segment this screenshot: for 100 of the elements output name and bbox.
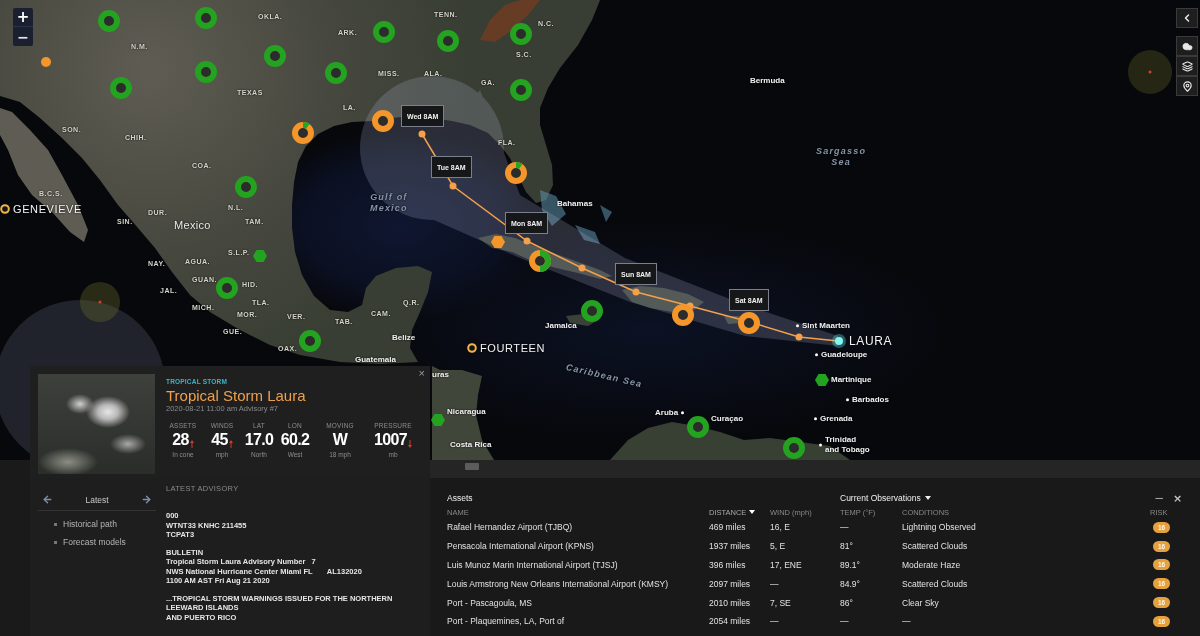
minimize-button[interactable]: − — [1154, 492, 1165, 504]
town-dot-icon — [819, 443, 822, 447]
ring-marker-icon[interactable] — [98, 10, 120, 32]
place-label: Costa Rica — [450, 440, 492, 450]
ring-marker-icon[interactable] — [783, 437, 805, 459]
town-dot-icon — [846, 398, 849, 402]
advisory-selector-label: Latest — [85, 494, 109, 505]
close-button[interactable]: × — [1173, 492, 1183, 504]
town-dot-icon — [796, 324, 799, 328]
dot-marker-icon[interactable] — [41, 57, 51, 67]
ring-marker-icon[interactable] — [110, 77, 132, 99]
sea-label: Sargasso Sea — [816, 146, 867, 168]
town-label: Grenada — [820, 414, 853, 424]
ring-marker-icon[interactable] — [264, 45, 286, 67]
ring-marker-icon[interactable] — [373, 21, 395, 43]
ring-marker-icon[interactable] — [195, 61, 217, 83]
track-point-icon[interactable] — [795, 333, 803, 341]
table-cell-text: Pensacola International Airport (KPNS) — [447, 541, 595, 552]
table-cell-text: 2010 miles — [709, 597, 752, 608]
pie-marker-icon[interactable] — [529, 250, 551, 272]
ring-marker-icon[interactable] — [687, 416, 709, 438]
stat-value: 28 — [172, 432, 189, 449]
weather-layer-button[interactable] — [1176, 36, 1198, 56]
hexagon-marker-icon[interactable] — [431, 413, 445, 427]
hexagon-marker-icon[interactable] — [815, 373, 829, 387]
storm-position-icon[interactable] — [832, 334, 846, 348]
stat-value: 1007 — [373, 432, 408, 449]
place-label: Bahamas — [557, 199, 593, 209]
layer-link[interactable]: Forecast models — [54, 537, 156, 548]
panel-title: Assets — [447, 493, 473, 503]
table-cell-text: 1937 miles — [709, 541, 752, 552]
storm-ring-icon[interactable] — [467, 343, 477, 353]
table-cell-text: 81° — [840, 541, 854, 552]
track-point-icon[interactable] — [418, 130, 426, 138]
bullet-icon — [54, 541, 57, 544]
close-button[interactable]: × — [418, 368, 425, 379]
previous-button[interactable] — [42, 494, 53, 505]
place-label: Jamaica — [545, 321, 577, 331]
storm-ring-icon[interactable] — [0, 204, 10, 214]
zoom-in-button[interactable]: + — [13, 8, 33, 27]
watch-area — [480, 0, 540, 42]
table-cell-text: 396 miles — [709, 560, 747, 570]
storm-label: LAURA — [849, 334, 892, 348]
place-label: Belize — [392, 333, 416, 343]
place-label: Martinique — [831, 375, 872, 385]
layers-button[interactable] — [1176, 56, 1198, 76]
zoom-out-button[interactable]: − — [13, 27, 33, 46]
location-button[interactable] — [1176, 76, 1198, 96]
table-cell-text: Port - Pascagoula, MS — [447, 597, 534, 608]
ring-marker-icon[interactable] — [216, 277, 238, 299]
table-cell-text: — — [770, 616, 780, 627]
pie-marker-icon[interactable] — [292, 122, 314, 144]
table-cell-text: 89.1° — [840, 560, 861, 570]
observations-dropdown[interactable]: Current Observations — [840, 493, 931, 503]
track-point-icon[interactable] — [449, 182, 457, 190]
ring-marker-icon[interactable] — [672, 304, 694, 326]
town-label: Barbados — [852, 395, 889, 405]
ring-marker-icon[interactable] — [235, 176, 257, 198]
place-label: Bermuda — [750, 76, 785, 86]
hexagon-marker-icon[interactable] — [253, 249, 267, 263]
satellite-map[interactable] — [0, 0, 1200, 460]
storm-label: GENEVIEVE — [13, 203, 82, 215]
town-dot-icon — [815, 353, 818, 357]
hexagon-marker-icon[interactable] — [491, 235, 505, 249]
track-point-icon[interactable] — [523, 237, 531, 245]
stat-value: 17.0 — [244, 432, 274, 449]
ring-marker-icon[interactable] — [510, 79, 532, 101]
ring-marker-icon[interactable] — [195, 7, 217, 29]
sort-caret-icon — [749, 510, 756, 514]
table-cell-text: 7, SE — [770, 597, 792, 608]
ring-marker-icon[interactable] — [299, 330, 321, 352]
table-cell-text: Port - Plaquemines, LA, Port of — [447, 616, 566, 627]
place-label: Guatemala — [355, 355, 396, 365]
ring-marker-icon[interactable] — [437, 30, 459, 52]
ring-marker-icon[interactable] — [510, 23, 532, 45]
table-cell-text: Louis Armstrong New Orleans International Airport (KMSY) — [447, 578, 670, 589]
resize-handle[interactable] — [465, 463, 479, 470]
table-cell-text: — — [840, 522, 850, 533]
pie-marker-icon[interactable] — [505, 162, 527, 184]
cloud-icon — [1181, 40, 1193, 52]
map-pin-icon — [1181, 80, 1193, 92]
table-cell-text: — — [902, 616, 912, 627]
shallow-water — [575, 225, 600, 244]
table-cell-text: — — [770, 578, 780, 589]
ring-marker-icon[interactable] — [738, 312, 760, 334]
ring-marker-icon[interactable] — [372, 110, 394, 132]
storm-title: Tropical Storm Laura — [166, 387, 307, 405]
table-cell-text: 469 miles — [709, 522, 747, 533]
table-cell-text: 2097 miles — [709, 578, 752, 589]
ring-marker-icon[interactable] — [325, 62, 347, 84]
table-cell-text: 17, ENE — [770, 560, 803, 570]
layer-link[interactable]: Historical path — [54, 519, 156, 530]
next-button[interactable] — [141, 494, 152, 505]
table-cell-text: 86° — [840, 597, 854, 608]
collapse-button[interactable] — [1176, 8, 1198, 28]
place-label: uras — [432, 370, 449, 380]
track-point-icon[interactable] — [578, 264, 586, 272]
table-cell-text: — — [840, 616, 850, 627]
ring-marker-icon[interactable] — [581, 300, 603, 322]
track-point-icon[interactable] — [632, 288, 640, 296]
